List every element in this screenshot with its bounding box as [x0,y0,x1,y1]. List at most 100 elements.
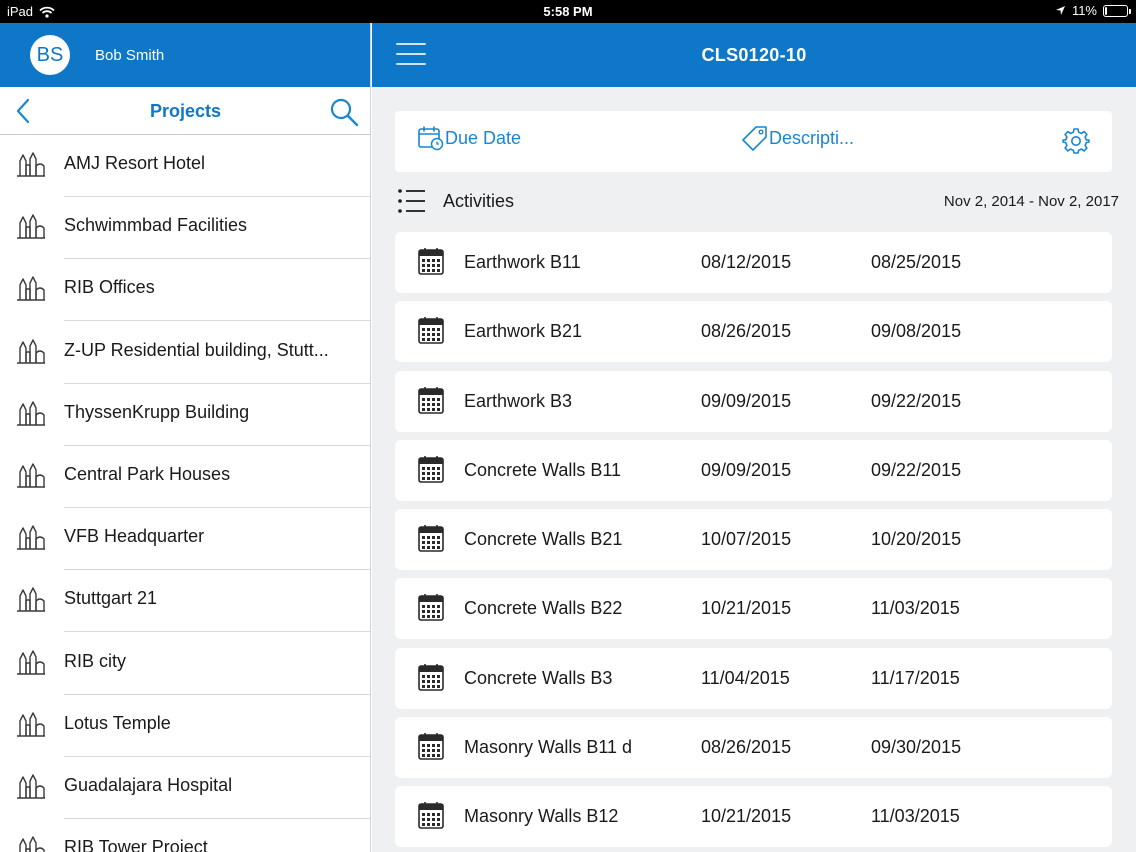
activity-start-date: 10/07/2015 [701,529,792,550]
activities-label: Activities [443,191,515,211]
activity-list: Earthwork B11 08/12/2015 08/25/2015 Earthwo… [395,232,1112,852]
project-item[interactable]: Z-UP Residential building, Stutt... [0,322,370,384]
project-name: RIB Offices [64,259,370,322]
activity-row[interactable]: Earthwork B11 08/12/2015 08/25/2015 [395,232,1112,293]
project-item[interactable]: ThyssenKrupp Building [0,384,370,446]
due-date-label: Due Date [445,127,522,148]
activity-name: Concrete Walls B21 [464,529,623,550]
building-icon [17,214,45,239]
project-name: AMJ Resort Hotel [64,135,370,197]
project-item[interactable]: Schwimmbad Facilities [0,197,370,260]
activity-name: Earthwork B21 [464,321,583,342]
activity-end-date: 11/03/2015 [871,598,960,619]
project-name: Central Park Houses [64,446,370,508]
project-list: AMJ Resort Hotel Schwimmbad Facilities RIB… [0,135,370,852]
status-time: 5:58 PM [543,4,593,19]
activities-header: Activities Nov 2, 2014 - Nov 2, 2017 [395,185,1119,217]
project-item[interactable]: RIB city [0,633,370,695]
activity-row[interactable]: Concrete Walls B21 10/07/2015 10/20/2015 [395,509,1112,571]
user-header: BS Bob Smith [0,23,370,87]
calendar-icon [418,455,444,483]
activity-name: Earthwork B11 [464,252,581,272]
gear-icon[interactable] [1061,126,1091,156]
project-item[interactable]: Central Park Houses [0,446,370,508]
battery-percent: 11% [1071,3,1097,18]
location-arrow-icon [1055,6,1065,15]
top-bar: CLS0120-10 [372,23,1136,87]
calendar-icon [418,733,444,760]
description-label: Descripti... [769,127,855,148]
activity-end-date: 08/25/2015 [871,252,962,272]
activity-name: Masonry Walls B11 d [464,737,633,758]
activity-end-date: 11/17/2015 [871,667,960,688]
project-name: Lotus Temple [64,695,370,757]
due-date-filter[interactable]: Due Date [417,125,521,151]
activity-row[interactable]: Concrete Walls B22 10/21/2015 11/03/2015 [395,578,1112,640]
building-icon [19,836,45,852]
activity-start-date: 08/26/2015 [701,321,792,342]
description-filter[interactable]: Descripti... [741,125,854,151]
activity-name: Masonry Walls B12 [464,806,619,827]
activity-start-date: 08/12/2015 [701,252,792,272]
activity-start-date: 10/21/2015 [701,806,792,827]
project-item[interactable]: RIB Offices [0,259,370,322]
activity-start-date: 09/09/2015 [701,459,792,480]
activity-name: Concrete Walls B3 [464,667,613,688]
calendar-icon [418,248,444,275]
list-icon[interactable] [397,187,425,215]
building-icon [17,525,45,550]
building-icon [17,587,45,613]
activity-row[interactable]: Earthwork B21 08/26/2015 09/08/2015 [395,301,1112,363]
project-name: ThyssenKrupp Building [64,384,370,446]
project-name: Z-UP Residential building, Stutt... [64,322,370,384]
activity-row[interactable]: Masonry Walls B12 10/21/2015 11/03/2015 [395,786,1112,848]
building-icon [17,152,45,177]
activity-row[interactable]: Concrete Walls B11 09/09/2015 09/22/2015 [395,439,1112,501]
project-item[interactable]: AMJ Resort Hotel [0,135,370,197]
project-item[interactable]: RIB Tower Project [0,819,370,852]
projects-sidebar: BS Bob Smith Projects AMJ Resort Hotel Sc… [0,23,371,852]
activity-row[interactable]: Concrete Walls B3 11/04/2015 11/17/2015 [395,647,1112,709]
calendar-icon [418,317,444,345]
project-name: VFB Headquarter [64,508,370,571]
activity-name: Concrete Walls B22 [464,598,623,619]
building-icon [17,276,45,302]
main-panel: CLS0120-10 Due Date Descripti... Activit… [372,23,1136,852]
activity-end-date: 09/08/2015 [871,321,962,342]
building-icon [17,401,45,426]
activity-end-date: 09/30/2015 [871,737,962,758]
building-icon [17,338,45,364]
activity-end-date: 09/22/2015 [871,459,962,480]
building-icon [17,774,45,799]
calendar-icon [418,386,444,414]
activity-row[interactable]: Earthwork B3 09/09/2015 09/22/2015 [395,370,1112,432]
activity-start-date: 09/09/2015 [701,390,792,411]
project-item[interactable]: Lotus Temple [0,695,370,757]
date-range[interactable]: Nov 2, 2014 - Nov 2, 2017 [944,193,1119,210]
project-item[interactable]: Guadalajara Hospital [0,757,370,819]
project-item[interactable]: VFB Headquarter [0,508,370,571]
calendar-clock-icon [418,126,444,151]
activity-start-date: 10/21/2015 [701,598,792,619]
activity-name: Earthwork B3 [464,390,573,411]
projects-title: Projects [149,101,222,121]
calendar-icon [418,525,444,552]
building-icon [17,649,45,675]
page-title: CLS0120-10 [701,45,807,65]
project-name: Guadalajara Hospital [64,757,370,819]
user-name: Bob Smith [95,46,165,64]
activity-name: Concrete Walls B11 [464,459,622,480]
search-icon[interactable] [329,97,359,127]
activity-row[interactable]: Masonry Walls B11 d 08/26/2015 09/30/2015 [395,717,1112,779]
project-name: RIB city [64,633,370,695]
activity-start-date: 08/26/2015 [701,737,792,758]
project-name: RIB Tower Project [64,819,370,852]
calendar-icon [418,594,444,622]
activity-end-date: 11/03/2015 [871,806,960,827]
filter-bar: Due Date Descripti... [395,111,1112,172]
status-bar: iPad 5:58 PM 11% [0,0,1136,23]
project-item[interactable]: Stuttgart 21 [0,570,370,633]
building-icon [17,463,45,488]
project-name: Schwimmbad Facilities [64,197,370,260]
avatar[interactable]: BS [30,35,70,75]
